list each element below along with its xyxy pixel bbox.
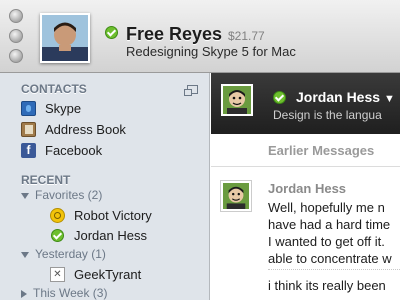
chevron-down-icon[interactable]: ▼ xyxy=(384,93,395,105)
mood-message[interactable]: Redesigning Skype 5 for Mac xyxy=(126,44,296,59)
sidebar-item-facebook[interactable]: f Facebook xyxy=(21,143,201,159)
message-divider xyxy=(268,269,400,270)
message-line: I wanted to get off it. xyxy=(268,234,385,249)
conversation-header: Jordan Hess ▼ Design is the langua xyxy=(211,73,400,134)
online-status-icon xyxy=(51,229,64,242)
message-line: Well, hopefully me n xyxy=(268,200,385,215)
address-book-icon xyxy=(21,122,36,137)
message-line: able to concentrate w xyxy=(268,251,392,266)
group-favorites[interactable]: Favorites (2) xyxy=(21,188,102,202)
recent-item-label: Jordan Hess xyxy=(74,228,147,243)
message-line: i think its really been xyxy=(268,278,386,293)
group-label: Favorites (2) xyxy=(35,188,103,202)
peer-avatar-image xyxy=(223,86,251,114)
contacts-section-title: CONTACTS xyxy=(21,82,87,96)
recent-item-jordan-hess[interactable]: Jordan Hess xyxy=(50,228,200,244)
group-this-week[interactable]: This Week (3) xyxy=(21,286,107,300)
peer-name[interactable]: Jordan Hess ▼ xyxy=(296,89,395,105)
group-chat-icon xyxy=(50,208,65,223)
window-controls xyxy=(9,9,23,69)
offline-contact-icon: ✕ xyxy=(50,267,65,282)
my-avatar-image xyxy=(42,15,88,61)
minimize-button[interactable] xyxy=(9,29,23,43)
popout-icon[interactable] xyxy=(184,85,198,96)
message-avatar-image xyxy=(223,183,249,209)
skype-credit[interactable]: $21.77 xyxy=(228,29,265,43)
title-bar: Free Reyes $21.77 Redesigning Skype 5 fo… xyxy=(0,0,400,73)
recent-item-geektyrant[interactable]: ✕ GeekTyrant xyxy=(50,267,200,283)
sidebar-item-label: Skype xyxy=(45,101,82,116)
recent-section-title: RECENT xyxy=(21,173,71,187)
recent-item-label: GeekTyrant xyxy=(74,267,142,282)
disclosure-down-icon[interactable] xyxy=(21,192,29,199)
sidebar-item-label: Facebook xyxy=(45,143,103,158)
zoom-button[interactable] xyxy=(9,49,23,63)
sidebar: CONTACTS Skype Address Book f Facebook R… xyxy=(0,73,210,300)
sidebar-item-address-book[interactable]: Address Book xyxy=(21,122,201,138)
message-sender: Jordan Hess xyxy=(268,181,347,196)
online-status-icon[interactable] xyxy=(105,26,118,39)
peer-avatar[interactable] xyxy=(221,84,253,116)
online-status-icon xyxy=(273,91,286,104)
peer-mood-message: Design is the langua xyxy=(273,108,382,122)
close-button[interactable] xyxy=(9,9,23,23)
peer-name-label: Jordan Hess xyxy=(296,89,381,105)
conversation-panel: Jordan Hess ▼ Design is the langua Earli… xyxy=(211,73,400,300)
my-display-name[interactable]: Free Reyes xyxy=(126,24,222,45)
group-label: Yesterday (1) xyxy=(35,247,106,261)
group-label: This Week (3) xyxy=(33,286,108,300)
sidebar-item-skype[interactable]: Skype xyxy=(21,101,201,117)
my-avatar[interactable] xyxy=(40,13,90,63)
recent-item-label: Robot Victory xyxy=(74,208,152,223)
recent-item-robot-victory[interactable]: Robot Victory xyxy=(50,208,200,224)
divider xyxy=(211,166,400,167)
facebook-icon: f xyxy=(21,143,36,158)
message-avatar[interactable] xyxy=(221,181,251,211)
disclosure-down-icon[interactable] xyxy=(21,251,29,258)
group-yesterday[interactable]: Yesterday (1) xyxy=(21,247,106,261)
sidebar-item-label: Address Book xyxy=(45,122,126,137)
skype-icon xyxy=(21,101,36,116)
message-line: have had a hard time xyxy=(268,217,391,232)
earlier-messages-link[interactable]: Earlier Messages xyxy=(268,143,374,158)
disclosure-right-icon[interactable] xyxy=(21,289,27,298)
